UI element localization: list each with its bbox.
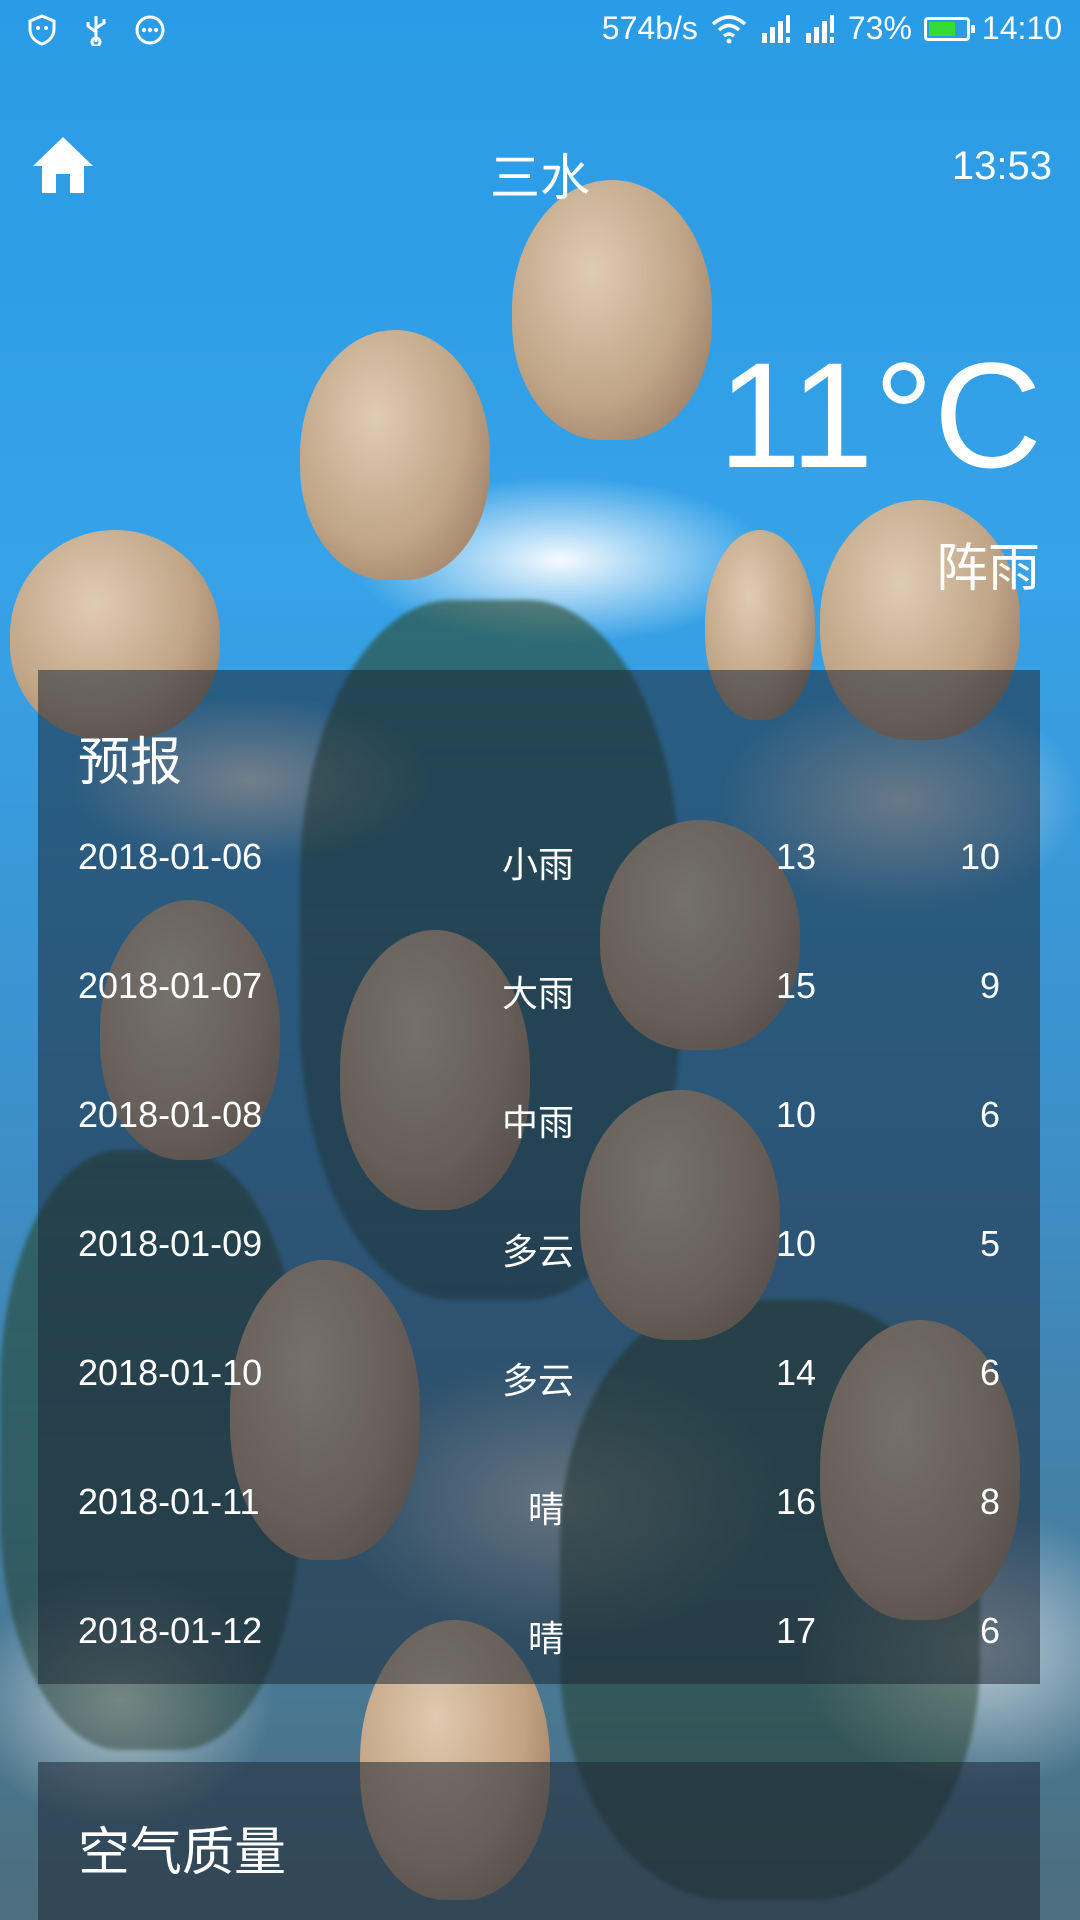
- current-temperature: 11°C: [717, 331, 1042, 499]
- forecast-max-temp: 16: [776, 1481, 817, 1522]
- more-icon: [135, 15, 165, 45]
- net-speed-text: 574b/s: [601, 10, 698, 46]
- current-condition: 阵雨: [935, 539, 1040, 599]
- city-title: 三水: [490, 149, 590, 207]
- battery-icon: [923, 16, 975, 41]
- status-bar: 574b/s 73% 14:10: [0, 0, 1080, 64]
- battery-percent-text: 73%: [847, 10, 912, 46]
- forecast-row: 2018-01-12 晴 17 6: [38, 1602, 1040, 1662]
- forecast-date: 2018-01-07: [78, 965, 263, 1006]
- forecast-date: 2018-01-11: [78, 1481, 260, 1522]
- air-quality-card: 空气质量: [38, 1762, 1040, 1920]
- forecast-condition: 晴: [528, 1490, 565, 1531]
- forecast-min-temp: 6: [979, 1610, 1000, 1651]
- forecast-max-temp: 10: [776, 1094, 817, 1135]
- air-quality-title: 空气质量: [78, 1823, 287, 1883]
- bird-image: [512, 180, 712, 440]
- forecast-card: 预报 2018-01-06 小雨 13 10 2018-01-07 大雨 15 …: [38, 670, 1040, 1684]
- clock-text: 14:10: [981, 10, 1062, 46]
- usb-icon: [86, 16, 106, 46]
- forecast-date: 2018-01-08: [78, 1094, 263, 1135]
- forecast-min-temp: 5: [979, 1223, 1000, 1264]
- forecast-row: 2018-01-10 多云 14 6: [38, 1344, 1040, 1404]
- status-bar-left-icons: [26, 14, 166, 46]
- forecast-max-temp: 14: [776, 1352, 817, 1393]
- forecast-date: 2018-01-10: [78, 1352, 263, 1393]
- forecast-min-temp: 8: [979, 1481, 1000, 1522]
- status-bar-right: 574b/s 73% 14:10: [602, 10, 1062, 47]
- forecast-date: 2018-01-09: [78, 1223, 263, 1264]
- signal-icon: [761, 14, 790, 43]
- forecast-min-temp: 6: [979, 1352, 1000, 1393]
- forecast-condition: 中雨: [502, 1103, 575, 1144]
- battery-level-fill: [928, 21, 955, 36]
- forecast-row: 2018-01-09 多云 10 5: [38, 1215, 1040, 1275]
- signal-icon: [805, 14, 834, 43]
- forecast-row: 2018-01-11 晴 16 8: [38, 1473, 1040, 1533]
- forecast-max-temp: 15: [776, 965, 817, 1006]
- forecast-max-temp: 17: [776, 1610, 817, 1651]
- forecast-condition: 多云: [502, 1232, 575, 1273]
- forecast-min-temp: 6: [979, 1094, 1000, 1135]
- wifi-icon: [711, 14, 747, 43]
- forecast-row: 2018-01-08 中雨 10 6: [38, 1086, 1040, 1146]
- forecast-condition: 大雨: [502, 974, 575, 1015]
- forecast-condition: 晴: [528, 1619, 565, 1660]
- forecast-condition: 多云: [502, 1361, 575, 1402]
- forecast-title: 预报: [78, 733, 183, 793]
- shield-icon: [28, 14, 56, 46]
- update-time: 13:53: [951, 144, 1052, 188]
- forecast-min-temp: 10: [959, 836, 1000, 877]
- forecast-min-temp: 9: [979, 965, 1000, 1006]
- weather-screen: 574b/s 73% 14:10 三水 13:53 11°C 阵雨 预报 201…: [0, 0, 1080, 1920]
- forecast-row: 2018-01-07 大雨 15 9: [38, 957, 1040, 1017]
- forecast-condition: 小雨: [502, 845, 575, 886]
- forecast-max-temp: 13: [776, 836, 817, 877]
- bird-image: [300, 330, 490, 580]
- forecast-date: 2018-01-06: [78, 836, 263, 877]
- forecast-max-temp: 10: [776, 1223, 817, 1264]
- forecast-row: 2018-01-06 小雨 13 10: [38, 828, 1040, 888]
- forecast-date: 2018-01-12: [78, 1610, 263, 1651]
